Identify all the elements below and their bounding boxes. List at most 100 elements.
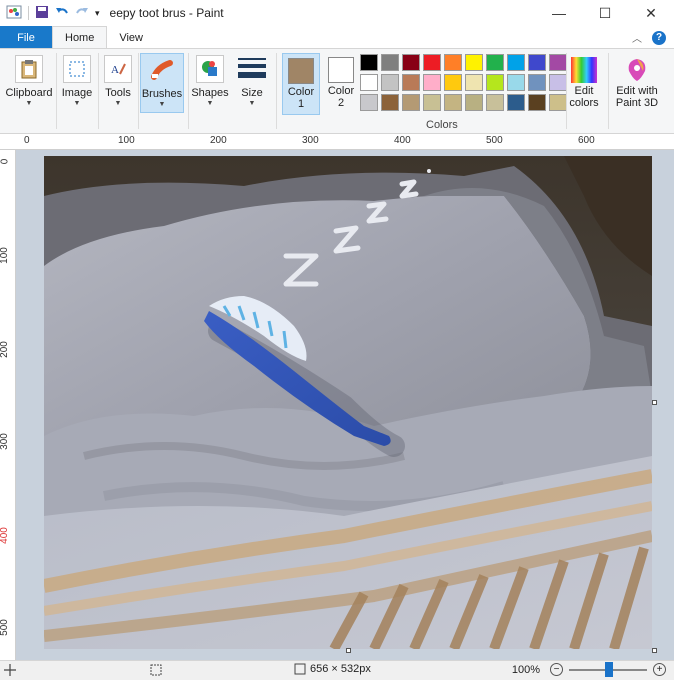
ruler-label: 500 <box>0 619 10 636</box>
select-icon <box>63 55 91 83</box>
cursor-position-icon <box>4 664 16 679</box>
ruler-label: 400 <box>394 135 411 146</box>
palette-color-swatch[interactable] <box>360 94 378 111</box>
edit-colors-label-2: colors <box>569 97 599 109</box>
tab-file[interactable]: File <box>0 26 52 49</box>
paint3d-label-2: Paint 3D <box>615 97 659 109</box>
undo-icon[interactable] <box>55 5 69 22</box>
shapes-button[interactable]: Shapes ▼ <box>190 55 230 107</box>
brushes-button[interactable]: Brushes ▼ <box>140 53 184 113</box>
palette-color-swatch[interactable] <box>465 54 483 71</box>
color2-label: Color <box>327 85 355 97</box>
color-palette <box>360 54 567 111</box>
palette-color-swatch[interactable] <box>507 54 525 71</box>
title-bar: ▾ eepy toot brus - Paint — ☐ ✕ <box>0 0 674 26</box>
palette-color-swatch[interactable] <box>486 74 504 91</box>
ruler-label: 300 <box>0 433 10 450</box>
palette-color-swatch[interactable] <box>528 54 546 71</box>
resize-handle-right[interactable] <box>652 400 657 405</box>
image-size-icon <box>294 663 306 675</box>
edit-colors-label-1: Edit <box>574 85 594 97</box>
tab-home[interactable]: Home <box>52 26 108 49</box>
image-label: Image <box>61 87 93 99</box>
shapes-icon <box>196 55 224 83</box>
ruler-label: 0 <box>0 158 11 165</box>
save-icon[interactable] <box>35 5 49 22</box>
workspace <box>16 150 674 660</box>
edit-colors-icon <box>571 57 597 83</box>
palette-color-swatch[interactable] <box>402 54 420 71</box>
brushes-label: Brushes <box>141 88 183 100</box>
size-label: Size <box>241 87 263 99</box>
ruler-label: 200 <box>0 341 10 358</box>
edit-colors-button[interactable]: Edit colors <box>564 53 604 113</box>
ribbon: Clipboard ▼ Image ▼ A Tools ▼ Brushes ▼ … <box>0 48 674 134</box>
color1-swatch <box>288 58 314 84</box>
ruler-label: 100 <box>118 135 135 146</box>
ruler-label: 400 <box>0 527 10 544</box>
palette-color-swatch[interactable] <box>423 94 441 111</box>
edit-with-paint3d-button[interactable]: Edit with Paint 3D <box>612 53 662 113</box>
clipboard-label: Clipboard <box>5 87 53 99</box>
svg-text:A: A <box>111 64 119 76</box>
color2-button[interactable]: Color 2 <box>322 53 360 113</box>
palette-color-swatch[interactable] <box>486 94 504 111</box>
collapse-ribbon-icon[interactable]: ︿ <box>632 30 642 45</box>
paint-app-icon[interactable] <box>6 4 22 23</box>
zoom-in-button[interactable]: + <box>653 663 666 676</box>
palette-color-swatch[interactable] <box>465 74 483 91</box>
color2-number: 2 <box>337 97 345 109</box>
ruler-label: 0 <box>24 135 30 146</box>
chevron-down-icon: ▼ <box>73 100 81 107</box>
tools-label: Tools <box>105 87 131 99</box>
palette-color-swatch[interactable] <box>444 94 462 111</box>
help-icon[interactable]: ? <box>652 30 666 45</box>
resize-handle-bottom[interactable] <box>346 648 351 653</box>
shapes-label: Shapes <box>191 87 229 99</box>
palette-color-swatch[interactable] <box>402 94 420 111</box>
vertical-ruler: 0 100 200 300 400 500 <box>0 150 16 660</box>
palette-color-swatch[interactable] <box>486 54 504 71</box>
tools-icon: A <box>104 55 132 83</box>
palette-color-swatch[interactable] <box>465 94 483 111</box>
resize-handle-corner[interactable] <box>652 648 657 653</box>
brush-icon <box>148 56 176 84</box>
palette-color-swatch[interactable] <box>381 74 399 91</box>
minimize-button[interactable]: — <box>536 0 582 26</box>
chevron-down-icon: ▼ <box>248 100 256 107</box>
image-size-value: 656 × 532px <box>310 663 371 675</box>
palette-color-swatch[interactable] <box>402 74 420 91</box>
palette-color-swatch[interactable] <box>528 74 546 91</box>
horizontal-ruler: 0 100 200 300 400 500 600 <box>0 134 674 150</box>
palette-color-swatch[interactable] <box>381 54 399 71</box>
palette-color-swatch[interactable] <box>360 54 378 71</box>
palette-color-swatch[interactable] <box>444 74 462 91</box>
image-button[interactable]: Image ▼ <box>58 55 96 107</box>
palette-color-swatch[interactable] <box>444 54 462 71</box>
colors-group-label: Colors <box>426 119 458 131</box>
palette-color-swatch[interactable] <box>528 94 546 111</box>
zoom-slider[interactable] <box>569 661 647 677</box>
tools-button[interactable]: A Tools ▼ <box>100 55 136 107</box>
chevron-down-icon: ▼ <box>114 100 122 107</box>
status-bar: 656 × 532px 100% − + <box>0 660 674 680</box>
close-button[interactable]: ✕ <box>628 0 674 26</box>
tab-view[interactable]: View <box>107 26 155 49</box>
customize-quick-access-icon[interactable]: ▾ <box>95 8 100 19</box>
zoom-out-button[interactable]: − <box>550 663 563 676</box>
palette-color-swatch[interactable] <box>507 94 525 111</box>
clipboard-button[interactable]: Clipboard ▼ <box>4 55 54 107</box>
palette-color-swatch[interactable] <box>423 54 441 71</box>
size-button[interactable]: Size ▼ <box>234 55 270 107</box>
chevron-down-icon: ▼ <box>25 100 33 107</box>
palette-color-swatch[interactable] <box>507 74 525 91</box>
redo-icon[interactable] <box>75 5 89 22</box>
drawing-canvas[interactable] <box>44 156 652 649</box>
zoom-slider-thumb[interactable] <box>605 661 613 677</box>
palette-color-swatch[interactable] <box>423 74 441 91</box>
chevron-down-icon: ▼ <box>206 100 214 107</box>
maximize-button[interactable]: ☐ <box>582 0 628 26</box>
palette-color-swatch[interactable] <box>381 94 399 111</box>
palette-color-swatch[interactable] <box>360 74 378 91</box>
color1-button[interactable]: Color 1 <box>282 53 320 115</box>
